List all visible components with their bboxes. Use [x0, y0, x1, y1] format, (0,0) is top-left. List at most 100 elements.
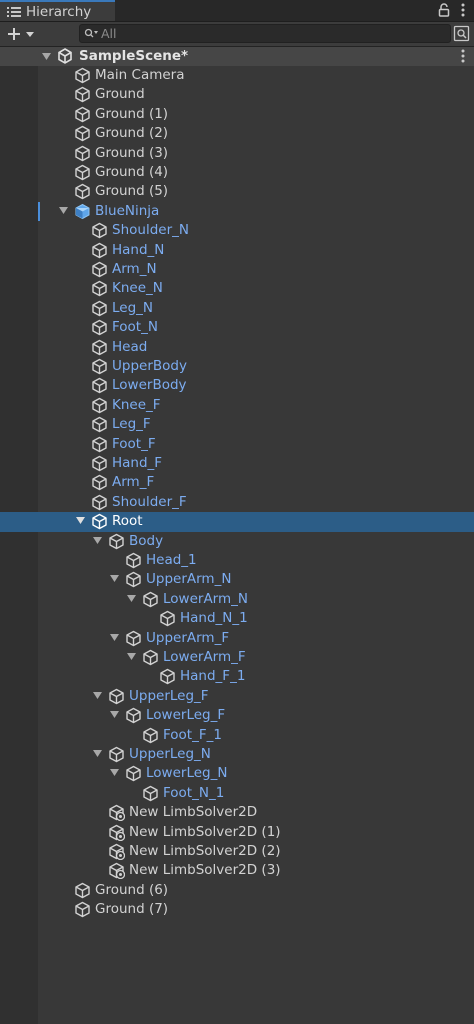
- tree-item[interactable]: UpperBody: [0, 357, 474, 376]
- cube-icon: [126, 766, 141, 782]
- tree-item[interactable]: LowerLeg_F: [0, 706, 474, 725]
- tree-item-label: UpperLeg_N: [129, 746, 211, 762]
- tree-item[interactable]: New LimbSolver2D (3): [0, 861, 474, 880]
- tree-item[interactable]: Shoulder_N: [0, 221, 474, 240]
- tree-item[interactable]: Arm_F: [0, 473, 474, 492]
- tree-item-label: UpperArm_N: [146, 571, 232, 588]
- prefab-icon: [75, 203, 90, 219]
- search-field[interactable]: All: [79, 24, 451, 43]
- tree-item[interactable]: Root: [0, 512, 474, 532]
- tree-item-label: LowerLeg_N: [146, 765, 228, 782]
- tree-item[interactable]: Ground (1): [0, 105, 474, 124]
- expand-arrow-icon[interactable]: [110, 575, 119, 583]
- tree-item-label: Ground (7): [95, 901, 169, 918]
- cube-icon: [92, 281, 107, 297]
- unity-scene-icon: [58, 48, 72, 64]
- tree-item[interactable]: Arm_N: [0, 260, 474, 279]
- tree-item-label: Ground: [95, 86, 145, 103]
- tree-item[interactable]: LowerArm_N: [0, 590, 474, 609]
- tree-item[interactable]: BlueNinja: [0, 201, 474, 221]
- solver-icon: [109, 863, 125, 880]
- tree-item-label: New LimbSolver2D (3): [129, 862, 281, 879]
- tree-item[interactable]: Ground (4): [0, 163, 474, 182]
- tree-item-label: Ground (6): [95, 881, 169, 898]
- tab-hierarchy[interactable]: Hierarchy: [0, 0, 115, 21]
- expand-arrow-icon[interactable]: [110, 711, 119, 719]
- tree-item[interactable]: UpperLeg_F: [0, 687, 474, 706]
- cube-icon: [92, 455, 107, 472]
- tree-item-label: Shoulder_N: [112, 222, 189, 239]
- cube-icon: [92, 416, 107, 433]
- tree-item[interactable]: Ground (5): [0, 182, 474, 201]
- tree-item[interactable]: Ground (7): [0, 900, 474, 919]
- tree-item-label: Foot_N_1: [163, 784, 225, 801]
- tree-item-label: Ground (3): [95, 144, 169, 161]
- tree-item[interactable]: Knee_N: [0, 279, 474, 298]
- tree-item[interactable]: Hand_N: [0, 241, 474, 260]
- cube-icon: [126, 572, 141, 588]
- tree-item[interactable]: UpperLeg_N: [0, 745, 474, 764]
- tree-item[interactable]: Foot_N: [0, 318, 474, 337]
- tree-item[interactable]: Leg_F: [0, 415, 474, 434]
- tree-item[interactable]: Ground: [0, 85, 474, 104]
- tree-item[interactable]: Leg_N: [0, 299, 474, 318]
- tree-item[interactable]: Hand_F_1: [0, 667, 474, 686]
- tree-item-label: Head_1: [146, 552, 197, 568]
- scene-visibility-icon[interactable]: [453, 25, 470, 42]
- tree-item[interactable]: Ground (3): [0, 144, 474, 163]
- scene-options-icon[interactable]: [461, 49, 465, 63]
- cube-icon: [92, 339, 107, 355]
- tree-item[interactable]: Foot_N_1: [0, 784, 474, 803]
- cube-icon: [75, 125, 90, 142]
- tree-item-label: New LimbSolver2D (2): [129, 843, 281, 859]
- tree-item[interactable]: New LimbSolver2D: [0, 803, 474, 822]
- tree-item[interactable]: Body: [0, 532, 474, 551]
- expand-arrow-icon[interactable]: [93, 536, 102, 545]
- tree-item[interactable]: UpperArm_F: [0, 629, 474, 648]
- tree-item-label: LowerArm_F: [163, 649, 246, 665]
- tree-item[interactable]: Shoulder_F: [0, 493, 474, 512]
- tree-item[interactable]: LowerArm_F: [0, 648, 474, 667]
- tree-item[interactable]: Foot_F_1: [0, 726, 474, 745]
- more-options-icon[interactable]: [461, 3, 465, 17]
- expand-arrow-icon[interactable]: [59, 206, 68, 215]
- expand-arrow-icon[interactable]: [93, 750, 102, 758]
- cube-icon: [160, 669, 175, 685]
- expand-arrow-icon[interactable]: [110, 769, 119, 777]
- tree-item[interactable]: LowerLeg_N: [0, 764, 474, 783]
- tree-item[interactable]: Main Camera: [0, 66, 474, 85]
- tree-item[interactable]: Ground (6): [0, 881, 474, 900]
- tree-item[interactable]: UpperArm_N: [0, 570, 474, 589]
- cube-icon: [75, 67, 90, 84]
- tree-item[interactable]: Hand_F: [0, 454, 474, 473]
- tree-item[interactable]: Head: [0, 338, 474, 357]
- tree-item[interactable]: Hand_N_1: [0, 609, 474, 628]
- expand-arrow-icon[interactable]: [93, 691, 102, 700]
- expand-arrow-icon[interactable]: [42, 53, 51, 61]
- cube-icon: [126, 707, 141, 724]
- cube-icon: [92, 494, 107, 510]
- tree-item-label: Ground (1): [95, 105, 169, 122]
- lock-icon[interactable]: [438, 3, 450, 17]
- create-button[interactable]: [6, 25, 40, 43]
- cube-icon: [126, 552, 141, 569]
- tree-item[interactable]: Knee_F: [0, 396, 474, 415]
- tree-item[interactable]: LowerBody: [0, 376, 474, 395]
- cube-icon: [143, 785, 158, 801]
- expand-arrow-icon[interactable]: [110, 633, 119, 642]
- tree-item[interactable]: New LimbSolver2D (2): [0, 842, 474, 861]
- tree-item[interactable]: Head_1: [0, 551, 474, 570]
- expand-arrow-icon[interactable]: [127, 653, 136, 661]
- expand-arrow-icon[interactable]: [76, 517, 85, 525]
- cube-icon: [92, 358, 107, 375]
- tree-item[interactable]: Foot_F: [0, 435, 474, 454]
- cube-icon: [75, 164, 90, 181]
- tree-item[interactable]: Ground (2): [0, 124, 474, 143]
- scene-header-row[interactable]: SampleScene*: [0, 47, 474, 66]
- expand-arrow-icon[interactable]: [127, 594, 136, 603]
- cube-icon: [92, 397, 107, 413]
- cube-icon: [92, 513, 107, 530]
- tree-item[interactable]: New LimbSolver2D (1): [0, 823, 474, 842]
- solver-icon: [109, 824, 125, 841]
- hierarchy-toolbar: All: [0, 22, 474, 47]
